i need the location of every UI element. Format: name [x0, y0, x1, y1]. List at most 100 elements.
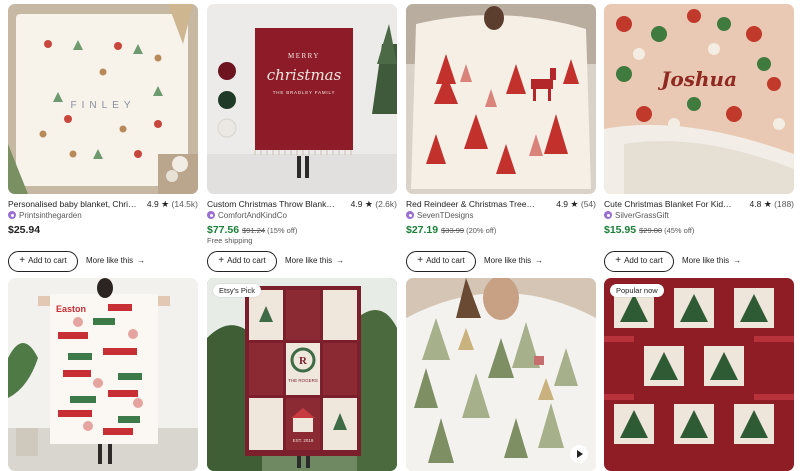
review-count: (54): [580, 199, 596, 209]
listing-card[interactable]: MERRY christmas THE BRADLEY FAMILY Custo…: [207, 4, 397, 274]
throw-initial-text: R: [299, 355, 308, 367]
throw-christmas-text: christmas: [267, 66, 342, 84]
rating-value: 4.9: [146, 199, 159, 209]
listing-card[interactable]: Easton: [8, 278, 198, 471]
listing-image[interactable]: Popular now: [604, 278, 794, 471]
listing-title-row: Red Reindeer & Christmas Trees ... 4.9 ★…: [406, 197, 596, 211]
listing-sale-price: $77.56: [207, 224, 240, 236]
listing-card[interactable]: Popular now: [604, 278, 794, 471]
crochet-blanket-image: [604, 278, 794, 471]
shop-name: ComfortAndKindCo: [218, 211, 287, 220]
star-seller-icon: [207, 211, 215, 219]
blanket-name-text: Easton: [56, 304, 86, 314]
price-row: $27.19 $33.99 (20% off): [406, 223, 496, 238]
free-shipping-label: Free shipping: [207, 236, 253, 245]
listing-price: $25.94: [8, 224, 41, 236]
review-count: (2.6k): [375, 199, 397, 209]
more-like-this-label: More like this: [484, 256, 532, 265]
reindeer-blanket-image: [406, 4, 596, 194]
listing-title-row: Custom Christmas Throw Blanke... 4.9 ★ (…: [207, 197, 397, 211]
add-to-cart-button[interactable]: + Add to cart: [207, 251, 277, 272]
listing-rating: 4.9 ★ (54): [556, 197, 596, 211]
baby-blanket-image: FINLEY: [8, 4, 198, 194]
listing-image[interactable]: [406, 4, 596, 194]
star-icon: ★: [161, 199, 170, 209]
listing-discount: (15% off): [267, 226, 298, 235]
listing-image[interactable]: Easton: [8, 278, 198, 471]
rating-value: 4.9: [350, 199, 363, 209]
listing-image[interactable]: FINLEY: [8, 4, 198, 194]
listing-discount: (20% off): [466, 226, 497, 235]
listing-image[interactable]: Joshua: [604, 4, 794, 194]
listing-original-price: $29.00: [639, 226, 663, 235]
add-to-cart-label: Add to cart: [28, 256, 67, 265]
listing-image[interactable]: MERRY christmas THE BRADLEY FAMILY: [207, 4, 397, 194]
listing-discount: (45% off): [664, 226, 695, 235]
listing-image[interactable]: [406, 278, 596, 471]
plus-icon: +: [417, 255, 424, 266]
shop-name-row[interactable]: SevenTDesigns: [406, 210, 473, 222]
price-row: $15.95 $29.00 (45% off): [604, 223, 694, 238]
throw-est-text: EST. 2019: [293, 438, 314, 443]
shop-name: Printsinthegarden: [19, 211, 82, 220]
listing-title[interactable]: Personalised baby blanket, Chris...: [8, 197, 138, 211]
add-to-cart-label: Add to cart: [624, 256, 663, 265]
listing-rating: 4.9 ★ (14.5k): [147, 197, 198, 211]
price-row: $25.94: [8, 223, 40, 238]
throw-merry-text: MERRY: [288, 52, 320, 60]
plus-icon: +: [615, 255, 622, 266]
listing-card[interactable]: [406, 278, 596, 471]
rating-value: 4.8: [749, 199, 762, 209]
listing-title[interactable]: Red Reindeer & Christmas Trees ...: [406, 197, 536, 211]
add-to-cart-button[interactable]: + Add to cart: [604, 251, 674, 272]
blanket-name-text: Joshua: [657, 67, 737, 91]
listing-rating: 4.9 ★ (2.6k): [351, 197, 397, 211]
star-icon: ★: [364, 199, 373, 209]
shop-name: SilverGrassGift: [615, 211, 669, 220]
rating-value: 4.9: [556, 199, 569, 209]
listing-title-row: Cute Christmas Blanket For Kids... 4.8 ★…: [604, 197, 794, 211]
kids-blanket-image: Joshua: [604, 4, 794, 194]
listing-title[interactable]: Custom Christmas Throw Blanke...: [207, 197, 337, 211]
listing-card[interactable]: Joshua Cute Christmas Blanket For Kids..…: [604, 4, 794, 274]
more-like-this-link[interactable]: More like this →: [484, 255, 543, 267]
shop-name-row[interactable]: SilverGrassGift: [604, 210, 669, 222]
more-like-this-link[interactable]: More like this →: [86, 255, 145, 267]
play-video-icon[interactable]: [570, 445, 588, 463]
star-icon: ★: [763, 199, 772, 209]
listing-title[interactable]: Cute Christmas Blanket For Kids...: [604, 197, 734, 211]
listing-grid: FINLEY Personalised baby blanket, Chris.…: [0, 0, 800, 471]
throw-family-text: THE BRADLEY FAMILY: [273, 90, 336, 95]
shop-name: SevenTDesigns: [417, 211, 474, 220]
more-like-this-label: More like this: [285, 256, 333, 265]
tree-blanket-image: [406, 278, 596, 471]
listing-card[interactable]: Red Reindeer & Christmas Trees ... 4.9 ★…: [406, 4, 596, 274]
arrow-right-icon: →: [733, 256, 742, 265]
arrow-right-icon: →: [336, 256, 345, 265]
star-seller-icon: [406, 211, 414, 219]
listing-original-price: $33.99: [441, 226, 465, 235]
listing-card[interactable]: R THE ROGERS EST. 2019 Etsy's Pick: [207, 278, 397, 471]
more-like-this-link[interactable]: More like this →: [285, 255, 344, 267]
add-to-cart-label: Add to cart: [227, 256, 266, 265]
shop-name-row[interactable]: Printsinthegarden: [8, 210, 82, 222]
review-count: (188): [774, 199, 794, 209]
plus-icon: +: [218, 255, 225, 266]
blanket-name-text: FINLEY: [70, 100, 135, 111]
shop-name-row[interactable]: ComfortAndKindCo: [207, 210, 287, 222]
more-like-this-label: More like this: [86, 256, 134, 265]
listing-title-row: Personalised baby blanket, Chris... 4.9 …: [8, 197, 198, 211]
add-to-cart-button[interactable]: + Add to cart: [8, 251, 78, 272]
star-icon: ★: [570, 199, 579, 209]
listing-rating: 4.8 ★ (188): [750, 197, 795, 211]
etsys-pick-badge: Etsy's Pick: [213, 284, 262, 297]
name-blanket-image: Easton: [8, 278, 198, 471]
throw-family-text: THE ROGERS: [288, 378, 318, 383]
listing-image[interactable]: R THE ROGERS EST. 2019 Etsy's Pick: [207, 278, 397, 471]
listing-original-price: $91.24: [242, 226, 266, 235]
listing-card[interactable]: FINLEY Personalised baby blanket, Chris.…: [8, 4, 198, 274]
family-throw-image: R THE ROGERS EST. 2019: [207, 278, 397, 471]
more-like-this-link[interactable]: More like this →: [682, 255, 741, 267]
add-to-cart-button[interactable]: + Add to cart: [406, 251, 476, 272]
plus-icon: +: [19, 255, 26, 266]
